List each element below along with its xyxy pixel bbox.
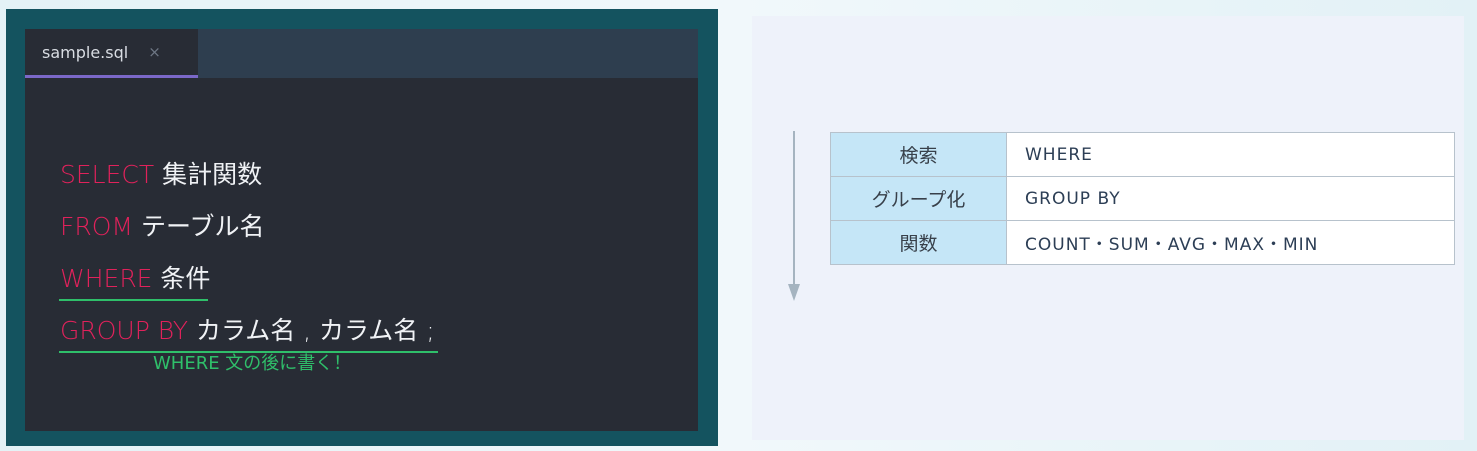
code-text: 集計関数 [154, 160, 263, 189]
tab-label: sample.sql [42, 42, 129, 62]
keyword-select: SELECT [60, 160, 155, 189]
code-line-select: SELECT 集計関数 [60, 149, 435, 201]
where-underline: WHERE 条件 [58, 253, 211, 305]
row-label: 関数 [830, 220, 1007, 265]
code-text: テーブル名 [133, 212, 265, 241]
order-panel: 検索 WHERE グループ化 GROUP BY 関数 COUNT・SUM・AVG… [752, 16, 1464, 440]
row-value: COUNT・SUM・AVG・MAX・MIN [1006, 220, 1455, 265]
code-line-where: WHERE 条件 [58, 253, 435, 305]
tab-bar: sample.sql × [25, 29, 698, 78]
clause-order-table: 検索 WHERE グループ化 GROUP BY 関数 COUNT・SUM・AVG… [830, 132, 1455, 265]
row-label: グループ化 [830, 176, 1007, 221]
code-line-from: FROM テーブル名 [60, 201, 435, 253]
keyword-from: FROM [60, 212, 133, 241]
row-value: GROUP BY [1006, 176, 1455, 221]
code-text: カラム名 , カラム名 ; [188, 316, 435, 345]
close-icon[interactable]: × [148, 43, 161, 61]
table-row: 検索 WHERE [830, 132, 1455, 177]
annotation-note: WHERE 文の後に書く！ [153, 353, 352, 374]
editor-frame: sample.sql × SELECT 集計関数 FROM テーブル名 WHER… [6, 9, 718, 446]
table-row: グループ化 GROUP BY [830, 176, 1455, 221]
tab-sample-sql[interactable]: sample.sql × [25, 29, 198, 78]
row-value: WHERE [1006, 132, 1455, 177]
arrow-head [788, 284, 800, 301]
table-row: 関数 COUNT・SUM・AVG・MAX・MIN [830, 220, 1455, 265]
row-label: 検索 [830, 132, 1007, 177]
keyword-group-by: GROUP BY [60, 316, 189, 345]
code-text: 条件 [152, 264, 211, 293]
down-arrow-icon [793, 131, 795, 288]
keyword-where: WHERE [60, 264, 153, 293]
code-area[interactable]: SELECT 集計関数 FROM テーブル名 WHERE 条件 GROUP BY… [58, 149, 438, 357]
code-editor: sample.sql × SELECT 集計関数 FROM テーブル名 WHER… [25, 29, 698, 431]
